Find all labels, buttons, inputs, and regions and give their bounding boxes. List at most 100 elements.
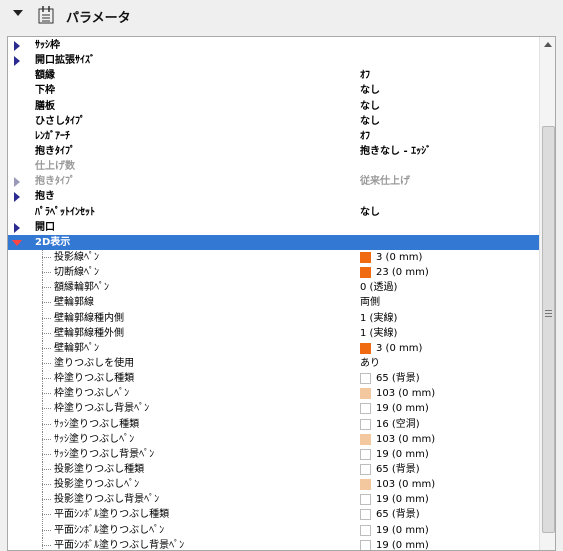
property-value[interactable]: なし	[360, 205, 380, 220]
property-value[interactable]: 23 (0 mm)	[376, 265, 429, 280]
property-row[interactable]: ｻｯｼ塗りつぶしﾍﾟﾝ 103 (0 mm)	[8, 431, 539, 447]
property-row[interactable]: 投影塗りつぶしﾍﾟﾝ 103 (0 mm)	[8, 477, 539, 493]
property-label: 額縁輪郭ﾍﾟﾝ	[54, 282, 109, 294]
property-row[interactable]: 投影塗りつぶし種類 65 (背景)	[8, 461, 539, 477]
color-swatch[interactable]	[360, 251, 371, 263]
property-row[interactable]: 抱きﾀｲﾌﾟ 抱きなし - ｴｯｼﾞ	[8, 144, 539, 159]
property-label: 投影塗りつぶし背景ﾍﾟﾝ	[54, 494, 160, 506]
property-value[interactable]: 19 (0 mm)	[376, 401, 429, 416]
property-row[interactable]: ﾊﾟﾗﾍﾟｯﾄｲﾝｾｯﾄ なし	[8, 205, 539, 220]
property-value[interactable]: なし	[360, 83, 380, 98]
group-row[interactable]: 開口	[8, 220, 539, 235]
color-swatch[interactable]	[360, 433, 371, 445]
property-value[interactable]: 抱きなし - ｴｯｼﾞ	[360, 144, 431, 159]
property-value[interactable]: 3 (0 mm)	[376, 250, 422, 265]
property-row[interactable]: 平面ｼﾝﾎﾞﾙ塗りつぶし種類 65 (背景)	[8, 507, 539, 523]
scrollbar-thumb[interactable]	[542, 126, 555, 533]
property-row[interactable]: 下枠 なし	[8, 83, 539, 98]
property-value[interactable]: 16 (空洞)	[376, 417, 420, 432]
color-swatch[interactable]	[360, 463, 371, 475]
color-swatch[interactable]	[360, 342, 371, 354]
property-value[interactable]: 103 (0 mm)	[376, 432, 435, 447]
property-value[interactable]: 0 (透過)	[360, 280, 397, 295]
color-swatch[interactable]	[360, 539, 371, 550]
property-value[interactable]: 1 (実線)	[360, 326, 397, 341]
property-row[interactable]: ｻｯｼ塗りつぶし種類 16 (空洞)	[8, 416, 539, 432]
property-value[interactable]: 65 (背景)	[376, 507, 420, 522]
vertical-scrollbar[interactable]	[539, 37, 555, 550]
property-row[interactable]: 平面ｼﾝﾎﾞﾙ塗りつぶしﾍﾟﾝ 19 (0 mm)	[8, 522, 539, 538]
property-row[interactable]: 壁輪郭線 両側	[8, 295, 539, 311]
property-row[interactable]: 仕上げ数	[8, 159, 539, 174]
property-row[interactable]: 額縁輪郭ﾍﾟﾝ 0 (透過)	[8, 280, 539, 296]
color-swatch[interactable]	[360, 479, 371, 491]
property-row[interactable]: 平面ｼﾝﾎﾞﾙ塗りつぶし背景ﾍﾟﾝ 19 (0 mm)	[8, 537, 539, 550]
expand-right-icon[interactable]	[14, 192, 20, 203]
tree-branch	[42, 514, 51, 516]
expand-right-icon[interactable]	[14, 177, 20, 188]
property-value[interactable]: 両側	[360, 295, 380, 310]
property-row[interactable]: 壁輪郭線種外側 1 (実線)	[8, 325, 539, 341]
group-row[interactable]: 抱き	[8, 189, 539, 204]
property-row[interactable]: ｻｯｼ塗りつぶし背景ﾍﾟﾝ 19 (0 mm)	[8, 446, 539, 462]
property-value[interactable]: 3 (0 mm)	[376, 341, 422, 356]
group-row[interactable]: 2D表示	[8, 234, 539, 250]
tree-branch	[42, 272, 51, 274]
property-value[interactable]: 65 (背景)	[376, 371, 420, 386]
expand-right-icon[interactable]	[14, 222, 20, 233]
property-value[interactable]: 103 (0 mm)	[376, 477, 435, 492]
scroll-up-icon[interactable]	[544, 42, 552, 47]
group-row[interactable]: 抱きﾀｲﾌﾟ 従来仕上げ	[8, 174, 539, 189]
panel-header[interactable]: パラメータ	[0, 0, 563, 34]
color-swatch[interactable]	[360, 524, 371, 536]
property-label: 枠塗りつぶし背景ﾍﾟﾝ	[54, 403, 150, 415]
property-row[interactable]: 壁輪郭ﾍﾟﾝ 3 (0 mm)	[8, 340, 539, 356]
property-row[interactable]: 投影線ﾍﾟﾝ 3 (0 mm)	[8, 249, 539, 265]
property-row[interactable]: ﾚﾝｶﾞｱｰﾁ ｵﾌ	[8, 129, 539, 144]
property-row[interactable]: ひさしﾀｲﾌﾟ なし	[8, 114, 539, 129]
color-swatch[interactable]	[360, 448, 371, 460]
property-row[interactable]: 投影塗りつぶし背景ﾍﾟﾝ 19 (0 mm)	[8, 492, 539, 508]
expand-down-icon[interactable]	[12, 239, 22, 246]
property-value[interactable]: ｵﾌ	[360, 129, 370, 144]
property-row[interactable]: 額縁 ｵﾌ	[8, 68, 539, 83]
tree-branch	[42, 408, 51, 410]
expand-right-icon[interactable]	[14, 56, 20, 67]
expand-right-icon[interactable]	[14, 41, 20, 51]
property-row[interactable]: 枠塗りつぶし種類 65 (背景)	[8, 371, 539, 387]
property-label: 抱きﾀｲﾌﾟ	[35, 176, 75, 188]
property-row[interactable]: 枠塗りつぶし背景ﾍﾟﾝ 19 (0 mm)	[8, 401, 539, 417]
tree-branch	[42, 378, 51, 380]
color-swatch[interactable]	[360, 388, 371, 400]
property-value[interactable]: 65 (背景)	[376, 462, 420, 477]
property-value[interactable]: 19 (0 mm)	[376, 538, 429, 550]
color-swatch[interactable]	[360, 418, 371, 430]
collapse-arrow-icon[interactable]	[13, 10, 23, 16]
color-swatch[interactable]	[360, 509, 371, 521]
property-row[interactable]: 切断線ﾍﾟﾝ 23 (0 mm)	[8, 265, 539, 281]
color-swatch[interactable]	[360, 494, 371, 506]
property-label: 壁輪郭線	[54, 297, 94, 309]
property-value[interactable]: なし	[360, 114, 380, 129]
property-label: 壁輪郭線種外側	[54, 327, 124, 339]
property-row[interactable]: 枠塗りつぶしﾍﾟﾝ 103 (0 mm)	[8, 386, 539, 402]
color-swatch[interactable]	[360, 373, 371, 385]
property-value[interactable]: 1 (実線)	[360, 311, 397, 326]
group-row[interactable]: 開口拡張ｻｲｽﾞ	[8, 53, 539, 68]
property-row[interactable]: 壁輪郭線種内側 1 (実線)	[8, 310, 539, 326]
color-swatch[interactable]	[360, 403, 371, 415]
property-value[interactable]: あり	[360, 356, 380, 371]
color-swatch[interactable]	[360, 267, 371, 279]
property-value[interactable]: 103 (0 mm)	[376, 386, 435, 401]
property-row[interactable]: 塗りつぶしを使用 あり	[8, 355, 539, 371]
property-label: 平面ｼﾝﾎﾞﾙ塗りつぶしﾍﾟﾝ	[54, 524, 165, 536]
property-value[interactable]: 19 (0 mm)	[376, 523, 429, 538]
property-value[interactable]: 従来仕上げ	[360, 174, 410, 189]
tree-branch	[42, 468, 51, 470]
property-value[interactable]: 19 (0 mm)	[376, 447, 429, 462]
group-row[interactable]: ｻｯｼ枠	[8, 38, 539, 53]
property-value[interactable]: なし	[360, 99, 380, 114]
property-row[interactable]: 膳板 なし	[8, 99, 539, 114]
property-value[interactable]: 19 (0 mm)	[376, 492, 429, 507]
property-value[interactable]: ｵﾌ	[360, 68, 370, 83]
